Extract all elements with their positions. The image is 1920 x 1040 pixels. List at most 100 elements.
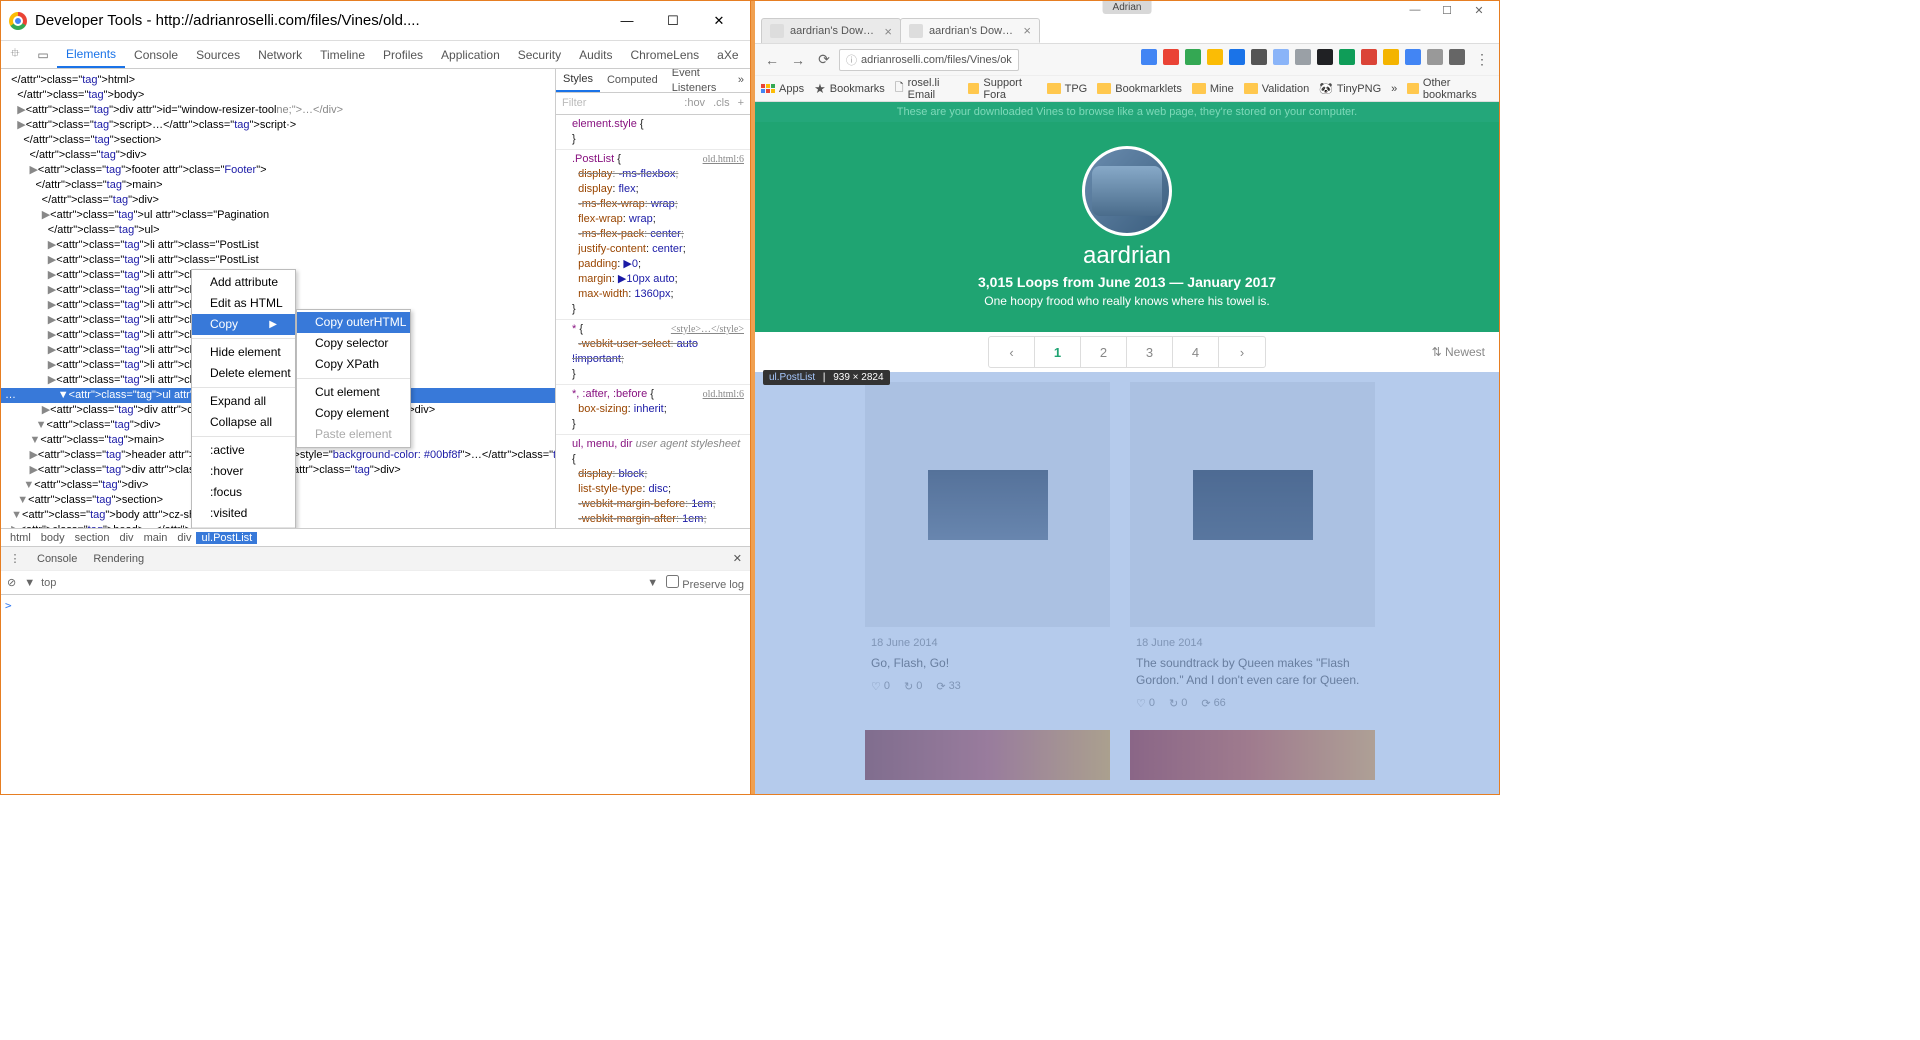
tab-axe[interactable]: aXe bbox=[708, 41, 747, 68]
breadcrumb-item[interactable]: div bbox=[172, 532, 196, 544]
menu-item[interactable]: Copy outerHTML bbox=[297, 312, 410, 333]
menu-item[interactable]: :active bbox=[192, 440, 295, 461]
user-chip[interactable]: Adrian bbox=[1103, 1, 1152, 14]
close-icon[interactable]: × bbox=[884, 24, 892, 39]
maximize-button[interactable]: ☐ bbox=[650, 6, 696, 36]
bookmark-item[interactable]: 🗋rosel.li Email bbox=[895, 77, 958, 101]
ext-icon[interactable] bbox=[1427, 49, 1443, 65]
tab-application[interactable]: Application bbox=[432, 41, 509, 68]
bookmark-item[interactable]: TPG bbox=[1047, 83, 1088, 95]
elements-panel[interactable]: </attr">class="tag">html> </attr">class=… bbox=[1, 69, 555, 528]
ext-icon[interactable] bbox=[1361, 49, 1377, 65]
url-input[interactable]: ⓘadrianroselli.com/files/Vines/ok bbox=[839, 49, 1019, 71]
menu-item[interactable]: Copy selector bbox=[297, 333, 410, 354]
ext-icon[interactable] bbox=[1141, 49, 1157, 65]
menu-item[interactable]: Edit as HTML bbox=[192, 293, 295, 314]
menu-item[interactable]: Cut element bbox=[297, 382, 410, 403]
menu-item[interactable]: Delete element bbox=[192, 363, 295, 384]
breadcrumb-item[interactable]: main bbox=[139, 532, 173, 544]
page-number[interactable]: 2 bbox=[1081, 337, 1127, 367]
breadcrumb-item[interactable]: html bbox=[5, 532, 36, 544]
ext-icon[interactable] bbox=[1229, 49, 1245, 65]
close-icon[interactable]: × bbox=[1023, 23, 1031, 38]
close-button[interactable]: ✕ bbox=[1463, 1, 1495, 19]
ext-icon[interactable] bbox=[1185, 49, 1201, 65]
bookmark-item[interactable]: Support Fora bbox=[968, 77, 1037, 101]
reload-button[interactable]: ⟳ bbox=[813, 49, 835, 71]
filter-input[interactable]: Filter bbox=[562, 96, 676, 111]
page-number[interactable]: 3 bbox=[1127, 337, 1173, 367]
ext-icon[interactable] bbox=[1339, 49, 1355, 65]
apps-button[interactable]: Apps bbox=[761, 83, 804, 95]
tab-profiles[interactable]: Profiles bbox=[374, 41, 432, 68]
tab-console[interactable]: Console bbox=[125, 41, 187, 68]
bookmark-item[interactable]: Bookmarklets bbox=[1097, 83, 1182, 95]
console-tab[interactable]: Console bbox=[29, 553, 85, 565]
device-icon[interactable]: ▭ bbox=[29, 41, 57, 68]
styles-tab-computed[interactable]: Computed bbox=[600, 69, 665, 92]
menu-item[interactable]: :hover bbox=[192, 461, 295, 482]
breadcrumb-item[interactable]: div bbox=[115, 532, 139, 544]
hov-toggle[interactable]: :hov bbox=[684, 96, 705, 111]
add-rule-button[interactable]: + bbox=[738, 96, 744, 111]
page-number[interactable]: 1 bbox=[1035, 337, 1081, 367]
tab-security[interactable]: Security bbox=[509, 41, 570, 68]
ext-icon[interactable] bbox=[1295, 49, 1311, 65]
page-next[interactable]: › bbox=[1219, 337, 1265, 367]
ext-icon[interactable] bbox=[1207, 49, 1223, 65]
bookmark-item[interactable]: ★Bookmarks bbox=[814, 81, 885, 97]
menu-item[interactable]: Copy▶ bbox=[192, 314, 295, 335]
preserve-log-checkbox[interactable] bbox=[666, 575, 679, 588]
browser-tab[interactable]: aardrian's Downloaded V× bbox=[900, 18, 1040, 43]
console-body[interactable]: > bbox=[1, 594, 750, 794]
ext-icon[interactable] bbox=[1163, 49, 1179, 65]
inspect-icon[interactable]: ⯐ bbox=[1, 41, 29, 68]
back-button[interactable]: ← bbox=[761, 49, 783, 71]
bookmark-item[interactable]: Mine bbox=[1192, 83, 1234, 95]
styles-body[interactable]: element.style {}old.html:6.PostList { di… bbox=[556, 115, 750, 528]
bookmark-item[interactable]: Validation bbox=[1244, 83, 1310, 95]
context-menu[interactable]: Add attributeEdit as HTMLCopy▶ Hide eleme… bbox=[191, 269, 296, 528]
breadcrumb-item[interactable]: section bbox=[70, 532, 115, 544]
drawer-menu-icon[interactable]: ⋮ bbox=[1, 545, 29, 572]
tab-audits[interactable]: Audits bbox=[570, 41, 621, 68]
minimize-button[interactable]: — bbox=[604, 6, 650, 36]
ext-icon[interactable] bbox=[1251, 49, 1267, 65]
menu-item[interactable]: Collapse all bbox=[192, 412, 295, 433]
more-icon[interactable]: » bbox=[732, 73, 750, 88]
tab-network[interactable]: Network bbox=[249, 41, 311, 68]
ext-icon[interactable] bbox=[1273, 49, 1289, 65]
menu-item[interactable]: Copy element bbox=[297, 403, 410, 424]
menu-item[interactable]: Add attribute bbox=[192, 272, 295, 293]
browser-tab[interactable]: aardrian's Downloaded V× bbox=[761, 18, 901, 43]
forward-button[interactable]: → bbox=[787, 49, 809, 71]
sort-newest[interactable]: ⇅ Newest bbox=[1432, 345, 1485, 359]
minimize-button[interactable]: — bbox=[1399, 1, 1431, 19]
menu-icon[interactable]: ⋮ bbox=[1471, 49, 1493, 71]
menu-item[interactable]: :visited bbox=[192, 503, 295, 524]
cls-toggle[interactable]: .cls bbox=[713, 96, 730, 111]
styles-tab-events[interactable]: Event Listeners bbox=[665, 69, 732, 92]
close-button[interactable]: ✕ bbox=[696, 6, 742, 36]
breadcrumb-item[interactable]: ul.PostList bbox=[196, 532, 257, 544]
rendering-tab[interactable]: Rendering bbox=[85, 553, 152, 565]
maximize-button[interactable]: ☐ bbox=[1431, 1, 1463, 19]
breadcrumb-item[interactable]: body bbox=[36, 532, 70, 544]
site-info-icon[interactable]: ⓘ bbox=[846, 52, 857, 68]
tab-sources[interactable]: Sources bbox=[187, 41, 249, 68]
ext-icon[interactable] bbox=[1405, 49, 1421, 65]
page-prev[interactable]: ‹ bbox=[989, 337, 1035, 367]
menu-item[interactable]: Copy XPath bbox=[297, 354, 410, 375]
tab-chromelens[interactable]: ChromeLens bbox=[621, 41, 708, 68]
ext-icon[interactable] bbox=[1383, 49, 1399, 65]
scope-select[interactable]: top bbox=[41, 577, 56, 589]
menu-item[interactable]: Expand all bbox=[192, 391, 295, 412]
other-bookmarks[interactable]: Other bookmarks bbox=[1407, 77, 1493, 101]
bookmark-overflow[interactable]: » bbox=[1391, 83, 1397, 95]
page-number[interactable]: 4 bbox=[1173, 337, 1219, 367]
ext-icon[interactable] bbox=[1449, 49, 1465, 65]
context-submenu[interactable]: Copy outerHTMLCopy selectorCopy XPath Cut… bbox=[296, 309, 411, 448]
tab-elements[interactable]: Elements bbox=[57, 41, 125, 68]
styles-tab-styles[interactable]: Styles bbox=[556, 69, 600, 92]
menu-item[interactable]: Hide element bbox=[192, 342, 295, 363]
